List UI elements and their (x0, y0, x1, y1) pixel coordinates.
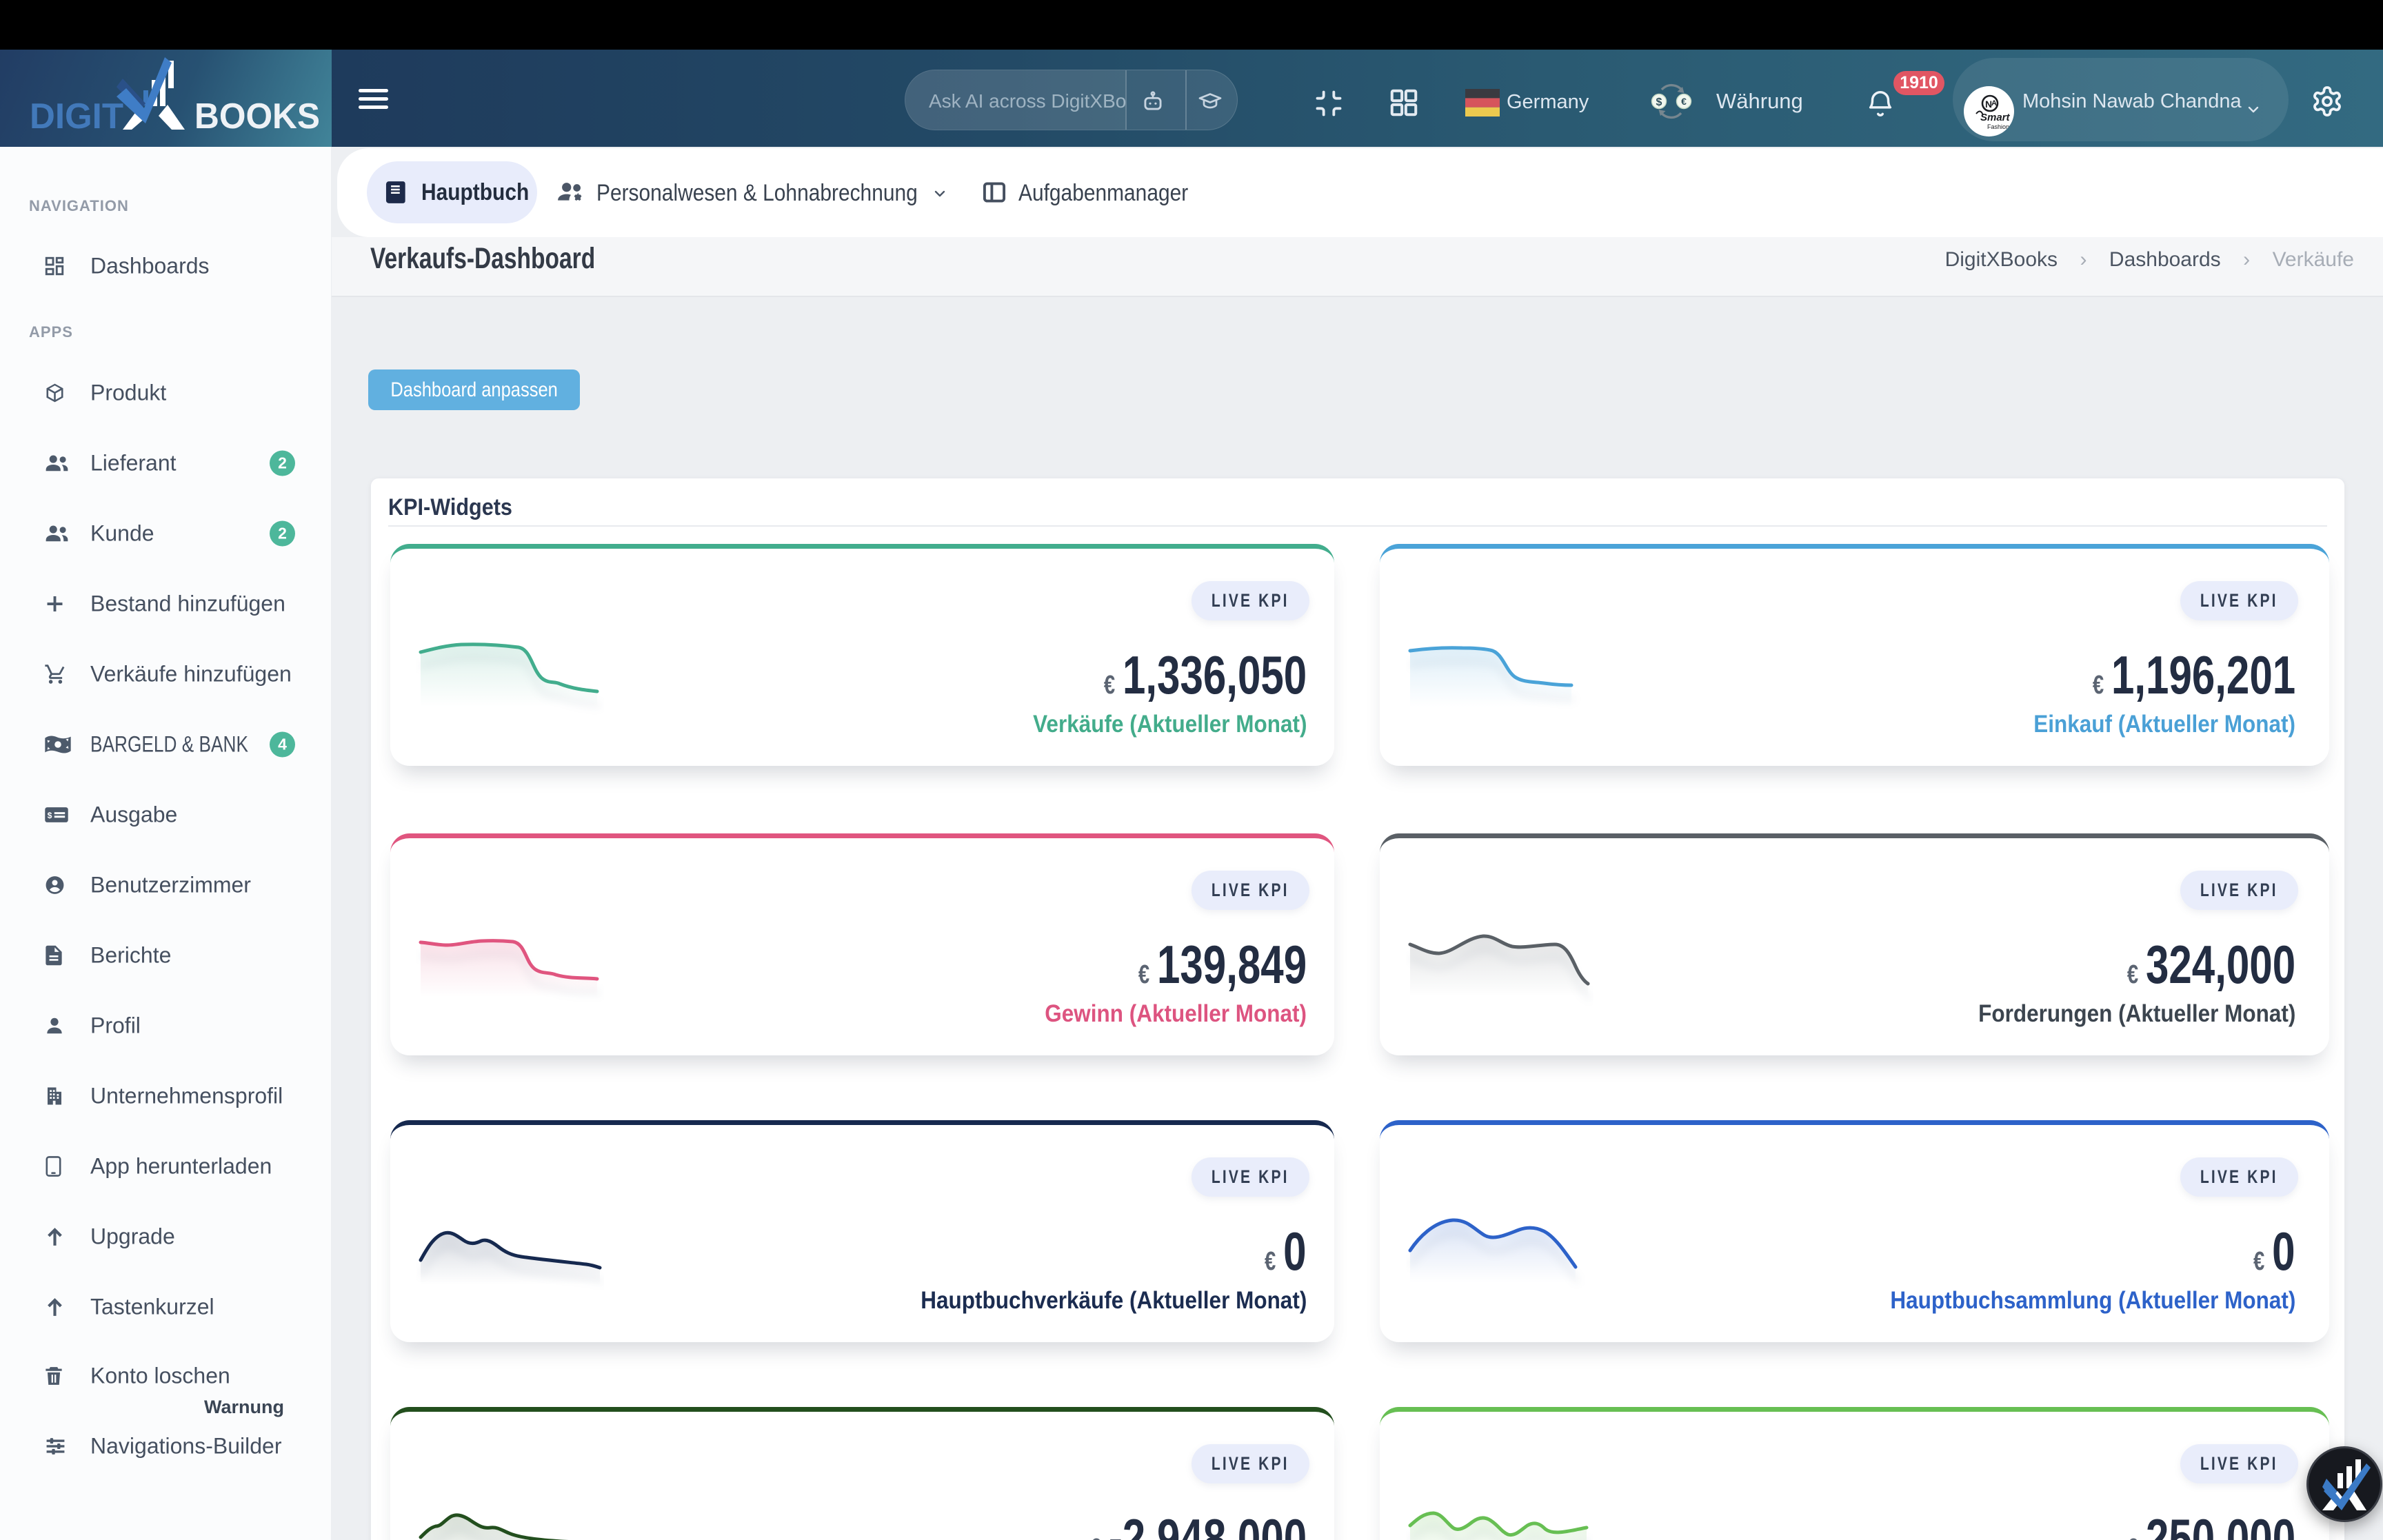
svg-text:BOOKS: BOOKS (194, 97, 320, 136)
svg-text:Smart: Smart (1980, 112, 2011, 123)
svg-text:Fashion: Fashion (1987, 123, 2009, 130)
svg-text:DIGIT: DIGIT (30, 97, 123, 136)
svg-text:A: A (1991, 99, 1997, 108)
svg-text:$: $ (48, 811, 52, 820)
svg-text:$: $ (1656, 97, 1662, 108)
svg-text:€: € (1681, 96, 1687, 107)
